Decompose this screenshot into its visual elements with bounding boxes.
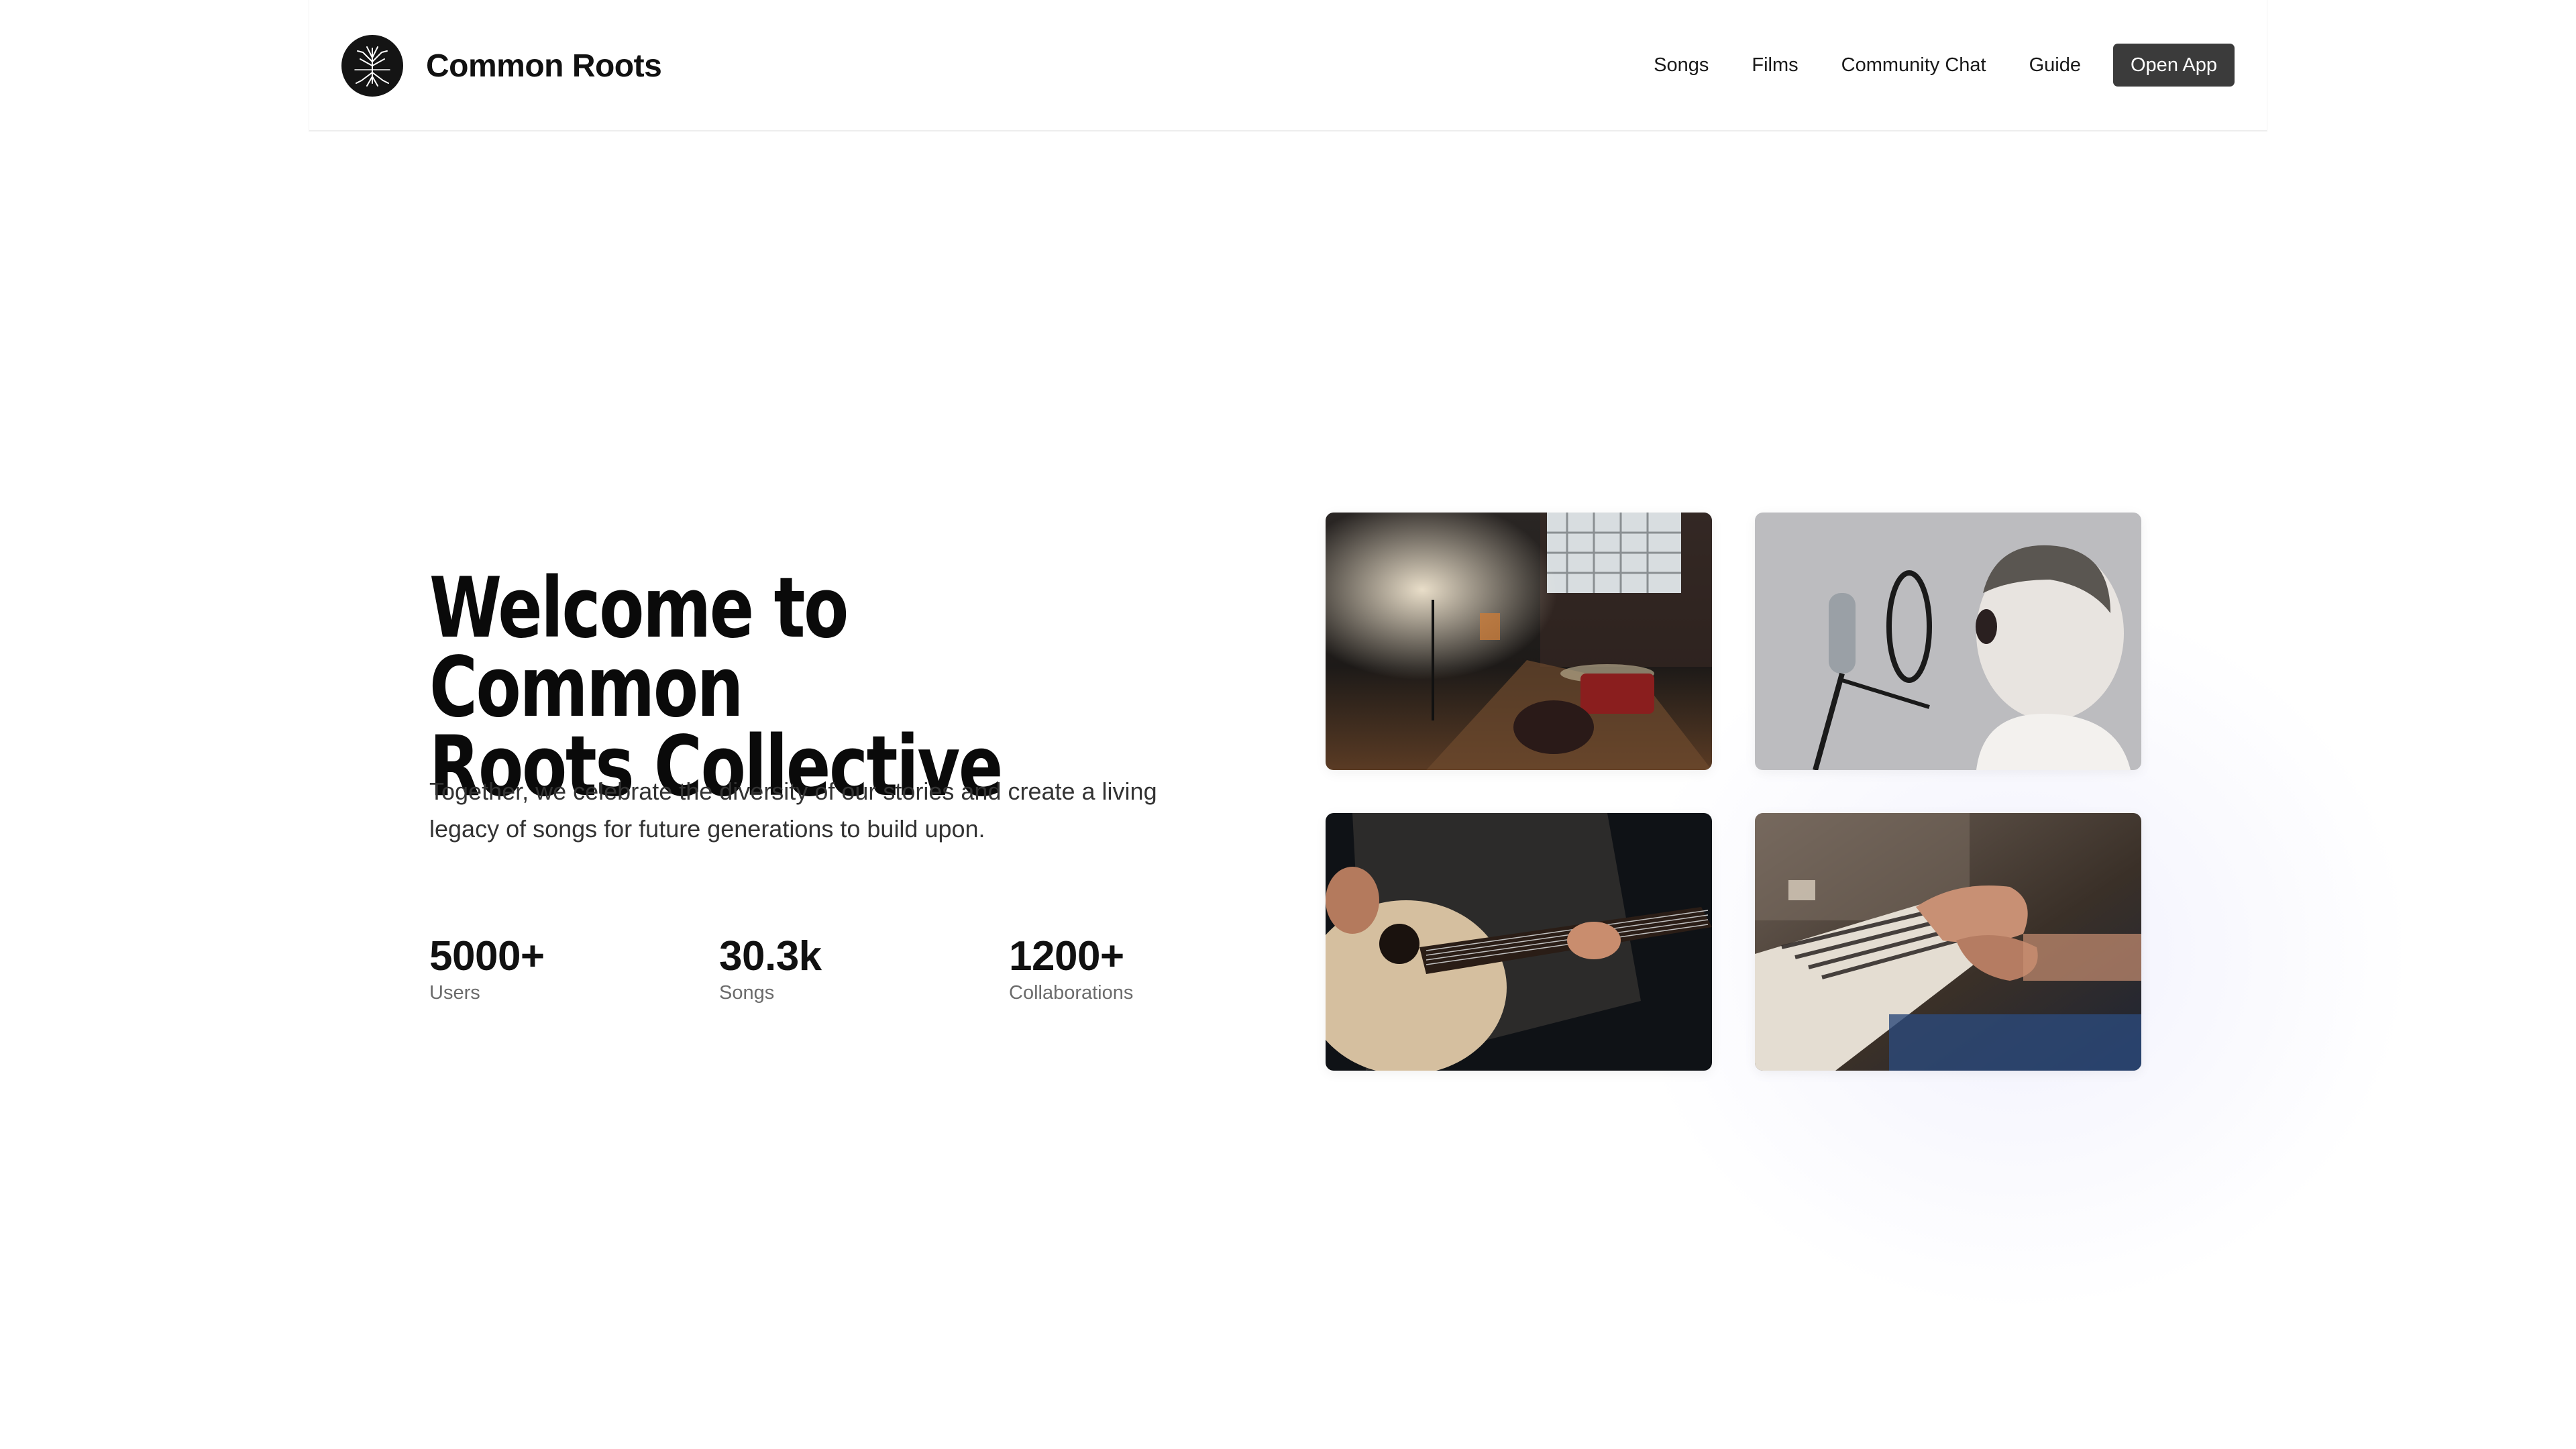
main-nav: Songs Films Community Chat Guide Open Ap…	[1654, 43, 2235, 87]
stat-collaborations: 1200+ Collaborations	[1009, 932, 1299, 1004]
stats-row: 5000+ Users 30.3k Songs 1200+ Collaborat…	[429, 932, 1299, 1004]
nav-community-chat[interactable]: Community Chat	[1841, 54, 1986, 76]
nav-songs[interactable]: Songs	[1654, 54, 1709, 76]
stat-label: Collaborations	[1009, 982, 1134, 1004]
stat-value: 5000+	[429, 933, 545, 979]
stat-users: 5000+ Users	[429, 932, 719, 1004]
stat-label: Songs	[719, 982, 775, 1004]
stat-label: Users	[429, 982, 480, 1004]
brand-name[interactable]: Common Roots	[426, 48, 662, 85]
stat-value: 30.3k	[719, 933, 822, 979]
stat-value: 1200+	[1009, 933, 1124, 979]
boy-singing-into-microphone-photo	[1755, 513, 2141, 770]
acoustic-guitar-player-photo	[1326, 813, 1712, 1071]
nav-films[interactable]: Films	[1752, 54, 1798, 76]
open-app-button[interactable]: Open App	[2113, 44, 2235, 87]
stage-with-drum-kit-photo	[1326, 513, 1712, 770]
nav-guide[interactable]: Guide	[2029, 54, 2081, 76]
photo-gallery	[1326, 513, 2141, 1071]
brand[interactable]: Common Roots	[341, 35, 662, 97]
site-header: Common Roots Songs Films Community Chat …	[309, 0, 2267, 131]
stat-songs: 30.3k Songs	[719, 932, 1009, 1004]
tree-roots-icon[interactable]	[341, 35, 403, 97]
hero-title-line-1: Welcome to Common	[429, 560, 849, 736]
hero-subtitle-line-2: legacy of songs for future generations t…	[429, 815, 985, 843]
hero-title: Welcome to Common Roots Collective	[429, 567, 1044, 808]
hands-playing-piano-photo	[1755, 813, 2141, 1071]
hero-subtitle: Together, we celebrate the diversity of …	[429, 773, 1181, 848]
hero-subtitle-line-1: Together, we celebrate the diversity of …	[429, 777, 1157, 805]
